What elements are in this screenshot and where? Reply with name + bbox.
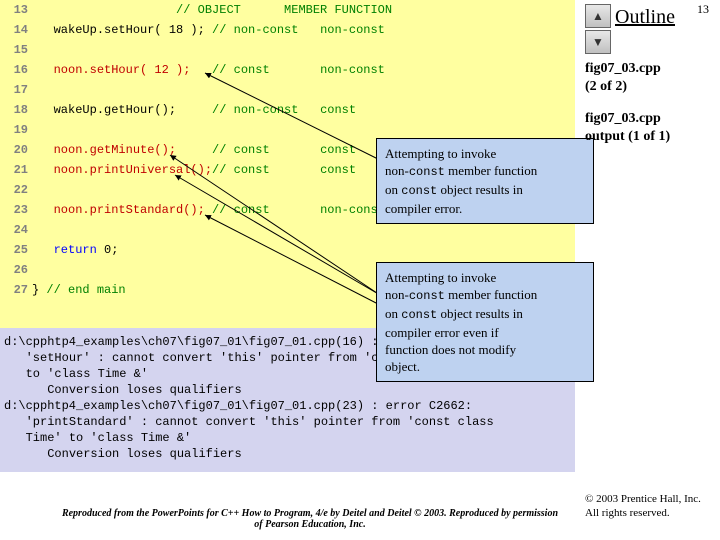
caption-1: fig07_03.cpp (2 of 2) [585, 60, 670, 96]
code-lines: 13 // OBJECT MEMBER FUNCTION14 wakeUp.se… [0, 0, 392, 300]
code-line: 14 wakeUp.setHour( 18 ); // non-const no… [0, 20, 392, 40]
code-line: 16 noon.setHour( 12 ); // const non-cons… [0, 60, 392, 80]
callout-2: Attempting to invoke non-const member fu… [376, 262, 594, 382]
code-line: 25 return 0; [0, 240, 392, 260]
callout-text: Attempting to invoke [385, 146, 496, 161]
caption-2: fig07_03.cpp output (1 of 1) [585, 110, 670, 146]
code-line: 18 wakeUp.getHour(); // non-const const [0, 100, 392, 120]
page-number: 13 [697, 2, 709, 17]
outline-link[interactable]: Outline [615, 6, 675, 29]
chevron-up-icon: ▲ [592, 9, 604, 24]
nav-down-button[interactable]: ▼ [585, 30, 611, 54]
copyright: © 2003 Prentice Hall, Inc. All rights re… [585, 492, 715, 520]
code-line: 15 [0, 40, 392, 60]
captions: fig07_03.cpp (2 of 2) fig07_03.cpp outpu… [585, 60, 670, 160]
code-line: 13 // OBJECT MEMBER FUNCTION [0, 0, 392, 20]
reproduction-notice: Reproduced from the PowerPoints for C++ … [60, 508, 560, 530]
nav-buttons: ▲ ▼ [585, 4, 611, 56]
code-line: 19 [0, 120, 392, 140]
callout-1: Attempting to invoke non-const member fu… [376, 138, 594, 224]
right-panel: ▲ ▼ Outline 13 fig07_03.cpp (2 of 2) fig… [585, 0, 715, 540]
chevron-down-icon: ▼ [592, 35, 604, 50]
code-line: 24 [0, 220, 392, 240]
code-line: 27} // end main [0, 280, 392, 300]
code-line: 22 [0, 180, 392, 200]
code-line: 17 [0, 80, 392, 100]
callout-text: Attempting to invoke [385, 270, 496, 285]
slide: 13 // OBJECT MEMBER FUNCTION14 wakeUp.se… [0, 0, 720, 540]
code-line: 20 noon.getMinute(); // const const [0, 140, 392, 160]
code-line: 21 noon.printUniversal();// const const [0, 160, 392, 180]
code-line: 26 [0, 260, 392, 280]
nav-up-button[interactable]: ▲ [585, 4, 611, 28]
code-line: 23 noon.printStandard(); // const non-co… [0, 200, 392, 220]
